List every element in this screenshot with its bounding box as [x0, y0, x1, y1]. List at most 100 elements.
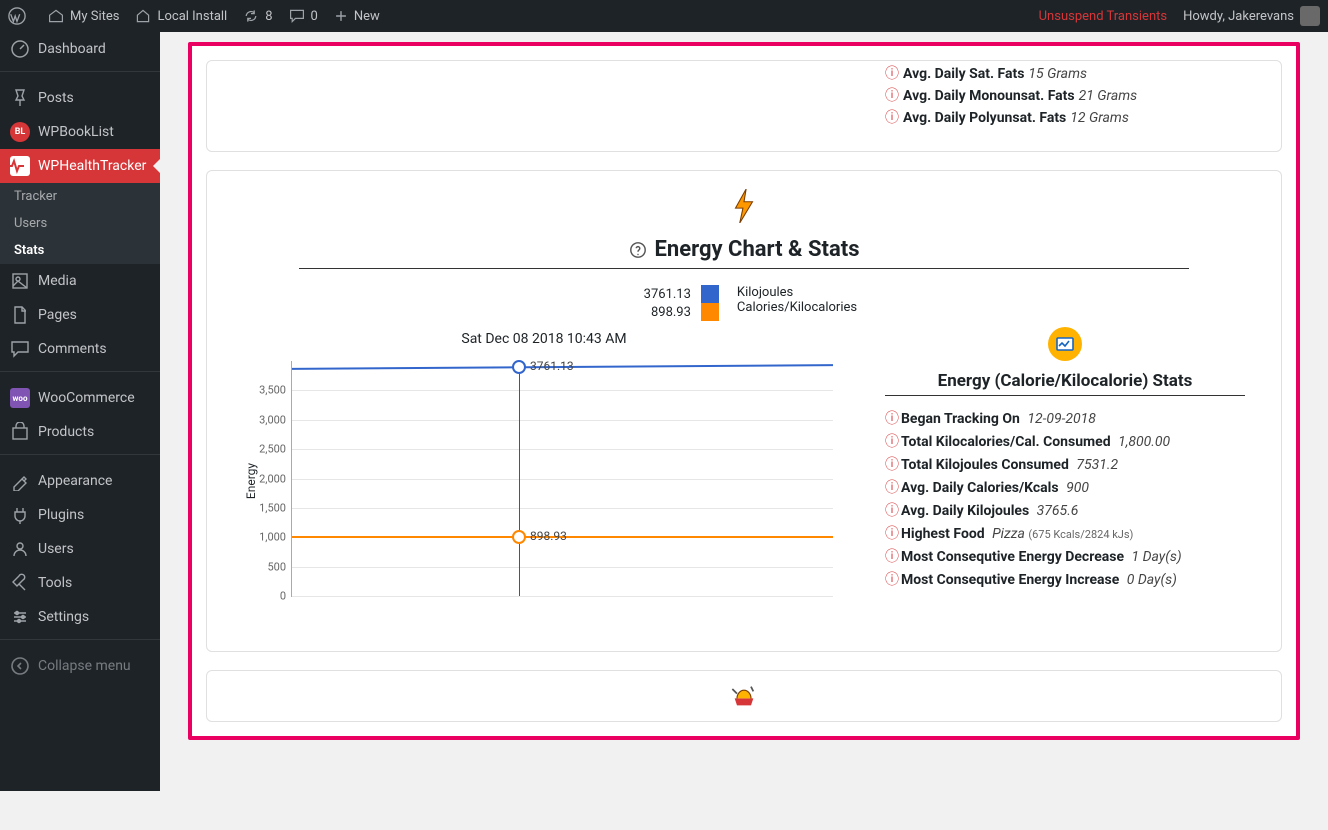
collapse-icon: [10, 656, 30, 676]
site-name[interactable]: Local Install: [127, 0, 235, 32]
collapse-label: Collapse menu: [38, 658, 131, 674]
energy-stats-icon: [885, 327, 1245, 361]
menu-settings-label: Settings: [38, 609, 89, 625]
chart-plot[interactable]: 05001,0001,5002,0002,5003,0003,500 3761.…: [291, 361, 833, 597]
legend-kj-value: 3761.13: [631, 287, 691, 302]
legend-kc-swatch: [701, 303, 719, 321]
help-icon[interactable]: ⓘ: [885, 411, 899, 427]
energy-stat-line: ⓘAvg. Daily Kilojoules 3765.6: [885, 500, 1245, 520]
energy-card: Energy Chart & Stats 3761.13 898.93: [206, 170, 1282, 652]
submenu-stats[interactable]: Stats: [0, 237, 160, 264]
media-icon: [10, 271, 30, 291]
fats-card: ⓘAvg. Daily Sat. Fats15 Grams ⓘAvg. Daily…: [206, 60, 1282, 152]
woocommerce-icon: woo: [10, 388, 30, 408]
menu-wpbooklist[interactable]: BL WPBookList: [0, 115, 160, 149]
pages-icon: [10, 305, 30, 325]
marker-kc: [512, 530, 526, 544]
ytick: 500: [267, 560, 286, 573]
menu-woocommerce[interactable]: woo WooCommerce: [0, 381, 160, 415]
menu-dashboard[interactable]: Dashboard: [0, 32, 160, 66]
ytick: 3,500: [259, 384, 286, 397]
help-icon[interactable]: ⓘ: [885, 457, 899, 473]
energy-stats: Energy (Calorie/Kilocalorie) Stats ⓘBega…: [885, 327, 1245, 611]
submenu-wphealthtracker: Tracker Users Stats: [0, 183, 160, 264]
help-icon[interactable]: [629, 241, 647, 259]
menu-media-label: Media: [38, 273, 77, 289]
menu-dashboard-label: Dashboard: [38, 41, 106, 57]
chart-timestamp: Sat Dec 08 2018 10:43 AM: [243, 331, 845, 347]
menu-appearance-label: Appearance: [38, 473, 112, 489]
menu-pages-label: Pages: [38, 307, 77, 323]
menu-media[interactable]: Media: [0, 264, 160, 298]
help-icon[interactable]: ⓘ: [885, 526, 899, 542]
menu-tools-label: Tools: [38, 575, 72, 591]
collapse-menu[interactable]: Collapse menu: [0, 649, 160, 683]
ytick: 2,000: [259, 472, 286, 485]
energy-card-title: Energy Chart & Stats: [243, 237, 1245, 262]
menu-tools[interactable]: Tools: [0, 566, 160, 600]
help-icon[interactable]: ⓘ: [885, 66, 899, 82]
menu-plugins[interactable]: Plugins: [0, 498, 160, 532]
help-icon[interactable]: ⓘ: [885, 480, 899, 496]
legend-kc-value: 898.93: [631, 305, 691, 320]
fat-stat-line: ⓘAvg. Daily Polyunsat. Fats12 Grams: [885, 107, 1245, 127]
updates[interactable]: 8: [235, 0, 280, 32]
menu-wphealthtracker-label: WPHealthTracker: [38, 158, 146, 174]
help-icon[interactable]: ⓘ: [885, 572, 899, 588]
help-icon[interactable]: ⓘ: [885, 549, 899, 565]
menu-users[interactable]: Users: [0, 532, 160, 566]
comments[interactable]: 0: [281, 0, 326, 32]
update-icon: [243, 8, 259, 24]
wp-logo[interactable]: [0, 0, 40, 32]
updates-count: 8: [265, 9, 272, 24]
energy-stat-line: ⓘBegan Tracking On 12-09-2018: [885, 408, 1245, 428]
plugin-wrapper: ⓘAvg. Daily Sat. Fats15 Grams ⓘAvg. Daily…: [188, 42, 1300, 740]
help-icon[interactable]: ⓘ: [885, 434, 899, 450]
avatar: [1300, 6, 1320, 26]
my-account[interactable]: Howdy, Jakerevans: [1175, 0, 1328, 32]
my-sites[interactable]: My Sites: [40, 0, 127, 32]
menu-posts[interactable]: Posts: [0, 81, 160, 115]
energy-stat-line: ⓘHighest Food Pizza (675 Kcals/2824 kJs): [885, 523, 1245, 543]
help-icon[interactable]: ⓘ: [885, 88, 899, 104]
tools-icon: [10, 573, 30, 593]
marker-kc-label: 898.93: [530, 529, 567, 543]
energy-stat-line: ⓘMost Consequtive Energy Increase 0 Day(…: [885, 569, 1245, 589]
menu-wpbooklist-label: WPBookList: [38, 124, 114, 140]
admin-sidebar: Dashboard Posts BL WPBookList WPHealthTr…: [0, 32, 160, 791]
chart-legend: 3761.13 898.93 Kilojoules Calories/Kiloc…: [243, 285, 1245, 321]
chart-ylabel: Energy: [244, 463, 258, 499]
menu-settings[interactable]: Settings: [0, 600, 160, 634]
help-icon[interactable]: ⓘ: [885, 110, 899, 126]
menu-products[interactable]: Products: [0, 415, 160, 449]
legend-kc[interactable]: 898.93: [631, 303, 719, 321]
energy-stat-line: ⓘTotal Kilocalories/Cal. Consumed 1,800.…: [885, 431, 1245, 451]
menu-comments[interactable]: Comments: [0, 332, 160, 366]
lightning-icon: [731, 189, 757, 223]
menu-appearance[interactable]: Appearance: [0, 464, 160, 498]
fat-stat-line: ⓘAvg. Daily Sat. Fats15 Grams: [885, 63, 1245, 83]
comment-icon: [289, 8, 305, 24]
legend-kj[interactable]: 3761.13: [631, 285, 719, 303]
unsuspend-transients[interactable]: Unsuspend Transients: [1031, 0, 1175, 32]
ytick: 2,500: [259, 443, 286, 456]
marker-kj: [512, 360, 526, 374]
fat-stats-list: ⓘAvg. Daily Sat. Fats15 Grams ⓘAvg. Daily…: [885, 61, 1245, 129]
new-content[interactable]: New: [326, 0, 388, 32]
submenu-tracker[interactable]: Tracker: [0, 183, 160, 210]
menu-pages[interactable]: Pages: [0, 298, 160, 332]
settings-icon: [10, 607, 30, 627]
wphealthtracker-icon: [10, 156, 30, 176]
submenu-users[interactable]: Users: [0, 210, 160, 237]
menu-posts-label: Posts: [38, 90, 74, 106]
products-icon: [10, 422, 30, 442]
menu-wphealthtracker[interactable]: WPHealthTracker: [0, 149, 160, 183]
marker-kj-label: 3761.13: [530, 359, 574, 373]
ytick: 3,000: [259, 413, 286, 426]
menu-products-label: Products: [38, 424, 94, 440]
energy-chart: Sat Dec 08 2018 10:43 AM Energy 05001,00…: [243, 327, 845, 611]
energy-card-title-text: Energy Chart & Stats: [655, 237, 860, 262]
menu-plugins-label: Plugins: [38, 507, 84, 523]
help-icon[interactable]: ⓘ: [885, 503, 899, 519]
howdy-label: Howdy, Jakerevans: [1183, 9, 1294, 24]
